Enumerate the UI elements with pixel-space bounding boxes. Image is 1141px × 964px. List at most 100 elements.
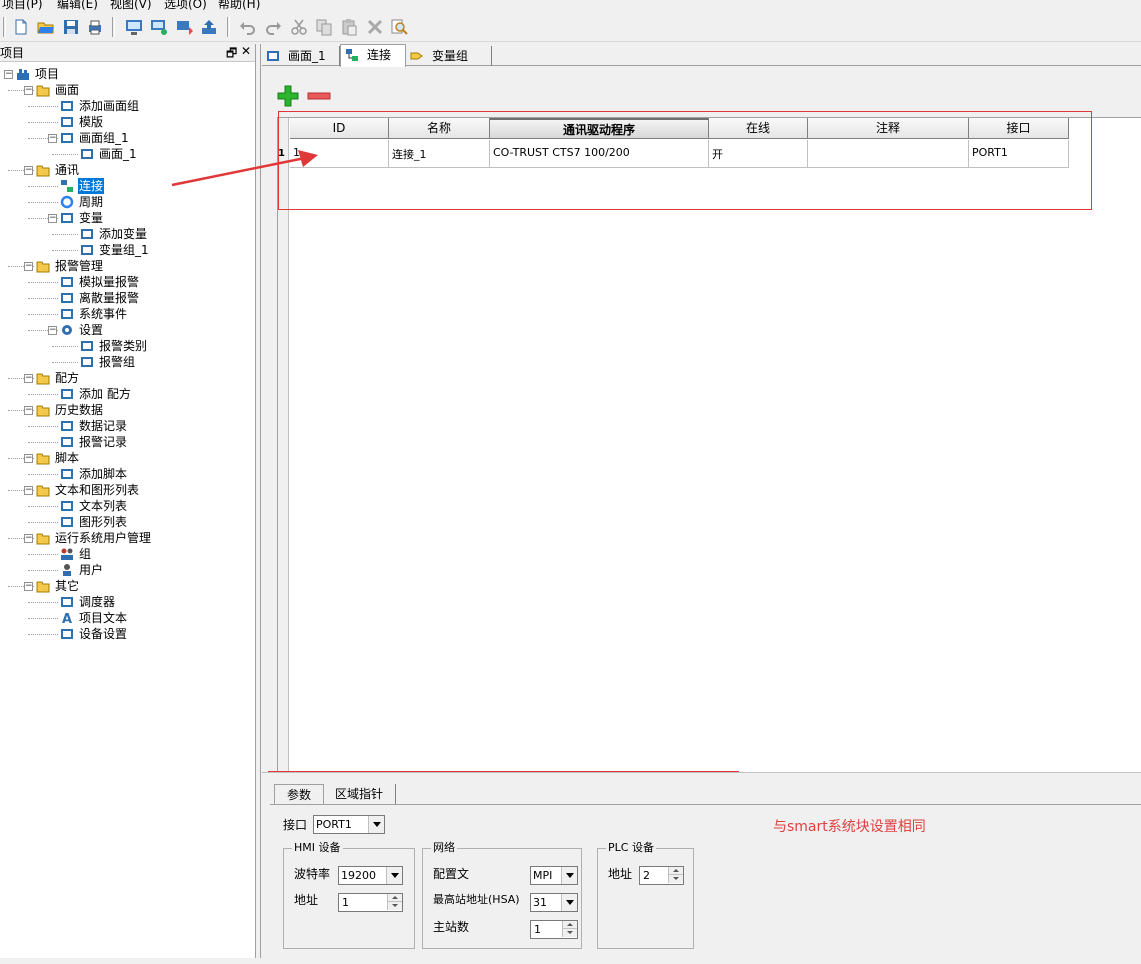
tree-item[interactable]: 添加变量 (0, 226, 255, 242)
tree-item[interactable]: − 变量 (0, 210, 255, 226)
collapse-icon[interactable]: − (4, 70, 13, 79)
menu-project[interactable]: 项目(P) (2, 0, 43, 12)
close-icon[interactable]: ✕ (241, 44, 251, 58)
paste-icon[interactable] (340, 18, 358, 36)
tree-item[interactable]: − 运行系统用户管理 (0, 530, 255, 546)
tree-item[interactable]: 图形列表 (0, 514, 255, 530)
save-icon[interactable] (62, 18, 80, 36)
undo-icon[interactable] (238, 18, 256, 36)
menu-view[interactable]: 视图(V) (110, 0, 152, 12)
tree-item[interactable]: − 通讯 (0, 162, 255, 178)
tree-item[interactable]: 周期 (0, 194, 255, 210)
collapse-icon[interactable]: − (24, 406, 33, 415)
collapse-icon[interactable]: − (24, 486, 33, 495)
masters-stepper[interactable]: 1 (530, 920, 578, 939)
redo-icon[interactable] (265, 18, 283, 36)
tree-item[interactable]: 模拟量报警 (0, 274, 255, 290)
collapse-icon[interactable]: − (24, 166, 33, 175)
tree-item[interactable]: − 其它 (0, 578, 255, 594)
decrement-icon[interactable] (562, 929, 577, 937)
tree-item[interactable]: 系统事件 (0, 306, 255, 322)
tree-item[interactable]: − 画面组_1 (0, 130, 255, 146)
collapse-icon[interactable]: − (48, 326, 57, 335)
collapse-icon[interactable]: − (24, 454, 33, 463)
add-connection-button[interactable] (277, 85, 299, 107)
tree-item[interactable]: − 设置 (0, 322, 255, 338)
tree-item[interactable]: − 项目 (0, 66, 255, 82)
tab-connections[interactable]: 连接 (340, 44, 406, 67)
tree-item[interactable]: 组 (0, 546, 255, 562)
tab-parameters[interactable]: 参数 (274, 784, 325, 804)
increment-icon[interactable] (668, 867, 683, 875)
hsa-select[interactable]: 31 (530, 893, 578, 912)
menu-options[interactable]: 选项(O) (164, 0, 207, 12)
tree-item[interactable]: 连接 (0, 178, 255, 194)
find-icon[interactable] (390, 18, 408, 36)
increment-icon[interactable] (562, 921, 577, 929)
decrement-icon[interactable] (387, 902, 402, 910)
tree-item-label: 文本列表 (79, 499, 128, 513)
collapse-icon[interactable]: − (48, 214, 57, 223)
tree-item[interactable]: A 项目文本 (0, 610, 255, 626)
tree-item[interactable]: 报警类别 (0, 338, 255, 354)
tree-item[interactable]: − 文本和图形列表 (0, 482, 255, 498)
tree-item[interactable]: 变量组_1 (0, 242, 255, 258)
tree-item[interactable]: 添加画面组 (0, 98, 255, 114)
upload-icon[interactable] (200, 18, 218, 36)
tree-item[interactable]: 调度器 (0, 594, 255, 610)
tree-item[interactable]: 画面_1 (0, 146, 255, 162)
chevron-down-icon[interactable] (561, 867, 577, 884)
hmi-address-stepper[interactable]: 1 (338, 893, 403, 912)
print-icon[interactable] (86, 18, 104, 36)
tree-item[interactable]: 离散量报警 (0, 290, 255, 306)
simulate-icon[interactable] (150, 18, 168, 36)
baud-rate-select[interactable]: 19200 (338, 866, 403, 885)
menu-edit[interactable]: 编辑(E) (57, 0, 98, 12)
delete-icon[interactable] (366, 18, 384, 36)
tree-item[interactable]: − 报警管理 (0, 258, 255, 274)
tab-area-pointers[interactable]: 区域指针 (323, 784, 397, 804)
open-folder-icon[interactable] (37, 18, 55, 36)
tree-item[interactable]: 模版 (0, 114, 255, 130)
pane-splitter[interactable] (256, 44, 261, 958)
tree-item[interactable]: 报警组 (0, 354, 255, 370)
tree-item[interactable]: − 脚本 (0, 450, 255, 466)
profile-select[interactable]: MPI (530, 866, 578, 885)
tab-tag-group-1[interactable]: 变量组_1 (406, 46, 492, 83)
collapse-icon[interactable]: − (24, 582, 33, 591)
chevron-down-icon[interactable] (561, 894, 577, 911)
collapse-icon[interactable]: − (24, 262, 33, 271)
plc-address-stepper[interactable]: 2 (639, 866, 684, 885)
tree-item[interactable]: 文本列表 (0, 498, 255, 514)
pin-icon[interactable]: 🗗 (226, 44, 237, 65)
port-select[interactable]: PORT1 (313, 815, 385, 834)
remove-connection-button[interactable] (307, 85, 331, 107)
baud-rate-value: 19200 (341, 869, 376, 882)
collapse-icon[interactable]: − (24, 374, 33, 383)
decrement-icon[interactable] (668, 875, 683, 883)
collapse-icon[interactable]: − (24, 86, 33, 95)
tree-item[interactable]: 添加 配方 (0, 386, 255, 402)
tree-item[interactable]: 数据记录 (0, 418, 255, 434)
download-icon[interactable] (176, 18, 194, 36)
tree-item-label: 报警记录 (79, 435, 128, 449)
tree-item[interactable]: 设备设置 (0, 626, 255, 642)
menu-help[interactable]: 帮助(H) (218, 0, 260, 12)
chevron-down-icon[interactable] (368, 816, 384, 833)
cut-icon[interactable] (290, 18, 308, 36)
tree-item[interactable]: 添加脚本 (0, 466, 255, 482)
compile-icon[interactable] (125, 18, 143, 36)
tree-item[interactable]: 报警记录 (0, 434, 255, 450)
screen-icon (267, 51, 279, 61)
tree-item[interactable]: − 历史数据 (0, 402, 255, 418)
tree-item[interactable]: 用户 (0, 562, 255, 578)
copy-icon[interactable] (315, 18, 333, 36)
collapse-icon[interactable]: − (48, 134, 57, 143)
new-file-icon[interactable] (12, 18, 30, 36)
increment-icon[interactable] (387, 894, 402, 902)
collapse-icon[interactable]: − (24, 534, 33, 543)
tab-screen-1[interactable]: 画面_1 (262, 46, 340, 66)
tree-item[interactable]: − 配方 (0, 370, 255, 386)
tree-item[interactable]: − 画面 (0, 82, 255, 98)
chevron-down-icon[interactable] (386, 867, 402, 884)
